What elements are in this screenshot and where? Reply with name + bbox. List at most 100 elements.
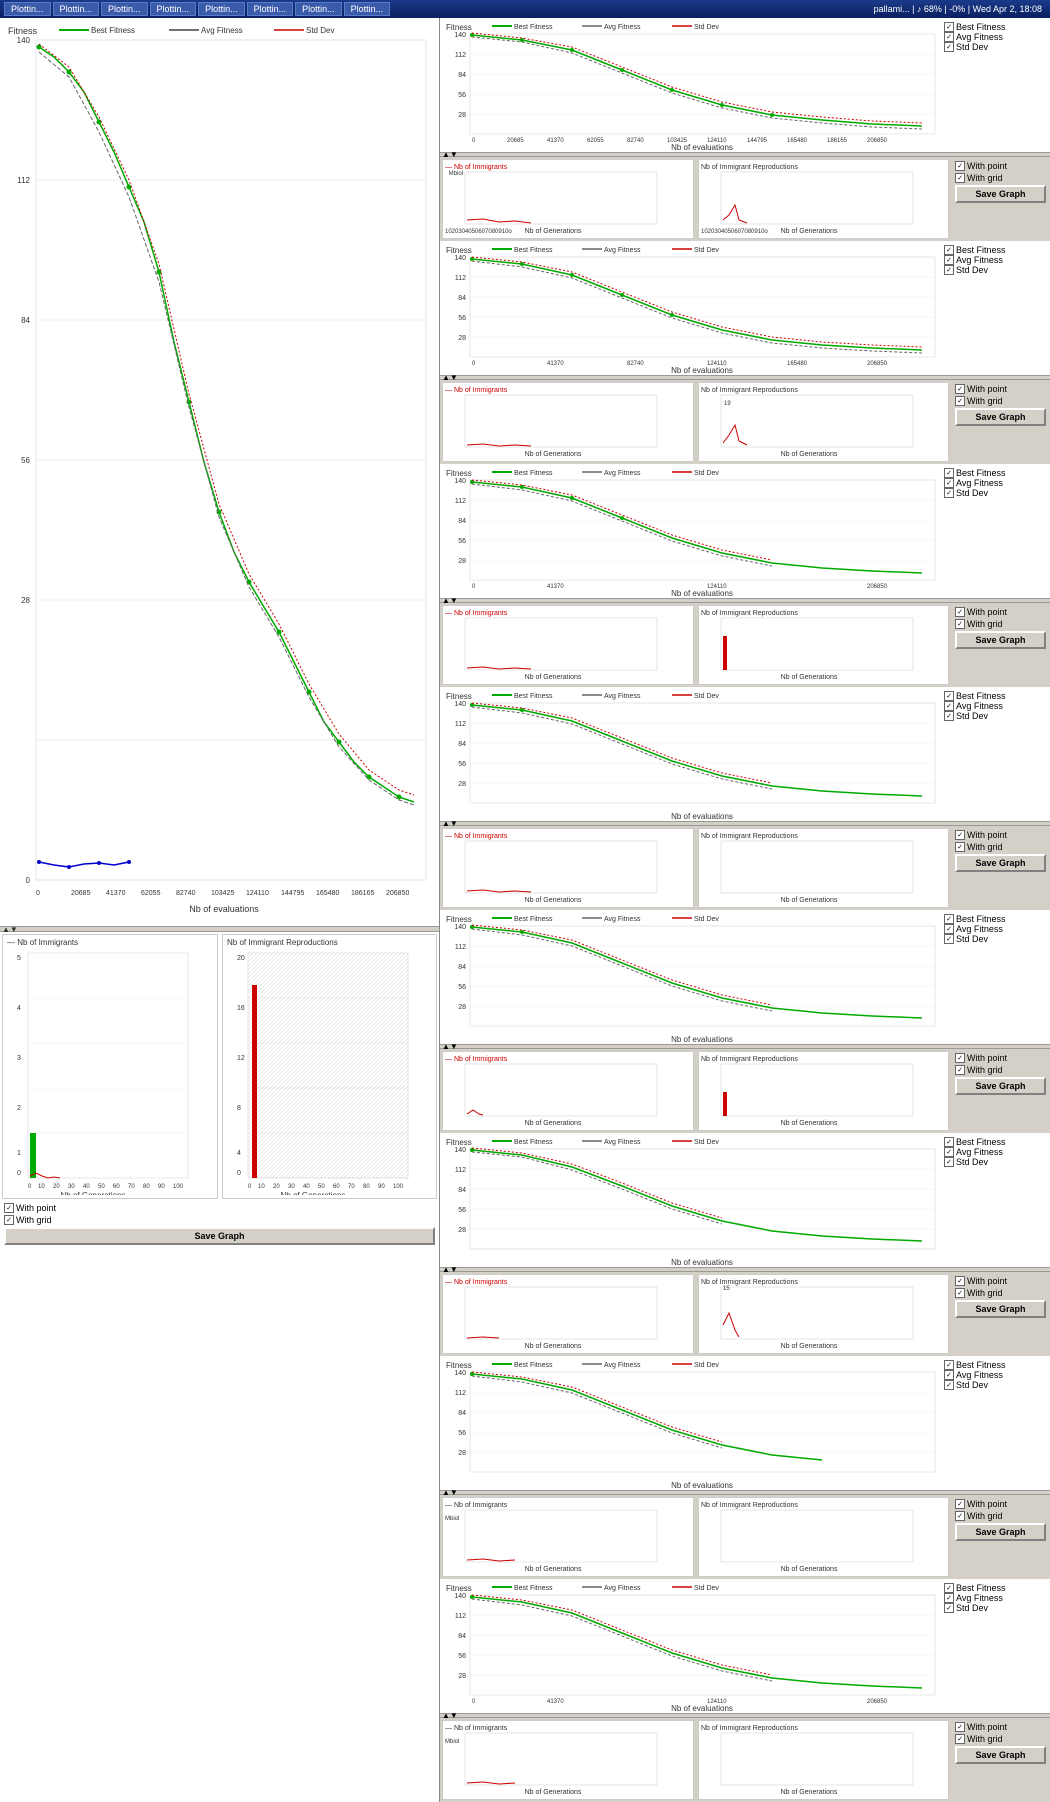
svg-text:28: 28 <box>458 112 466 119</box>
best-fitness-check-1[interactable]: ✓Best Fitness <box>944 22 1040 32</box>
svg-text:62055: 62055 <box>141 890 161 897</box>
taskbar-item[interactable]: Plottin... <box>150 2 197 16</box>
taskbar-item[interactable]: Plottin... <box>101 2 148 16</box>
svg-text:1020304050607080910o: 1020304050607080910o <box>445 229 512 235</box>
svg-text:80: 80 <box>143 1184 150 1190</box>
bottom-immigration-graphs: — Nb of Immigrants 5 4 3 2 1 0 <box>0 932 439 1201</box>
svg-text:165480: 165480 <box>316 890 339 897</box>
svg-text:Nb of Generations: Nb of Generations <box>525 228 582 235</box>
svg-text:Nb of Immigrant Reproductions: Nb of Immigrant Reproductions <box>701 164 798 171</box>
svg-text:41370: 41370 <box>106 890 126 897</box>
save-graph-2[interactable]: Save Graph <box>955 408 1046 426</box>
svg-text:112: 112 <box>455 1167 466 1174</box>
svg-text:165480: 165480 <box>787 138 808 144</box>
svg-text:19: 19 <box>724 401 731 407</box>
svg-text:Fitness: Fitness <box>446 1138 472 1147</box>
svg-text:186165: 186165 <box>351 890 374 897</box>
svg-text:84: 84 <box>21 316 30 325</box>
svg-text:Nb of Generations: Nb of Generations <box>525 451 582 458</box>
with-point-1[interactable]: ✓With point <box>955 161 1046 171</box>
svg-text:Nb of Immigrant Reproductions: Nb of Immigrant Reproductions <box>701 1279 798 1286</box>
std-dev-check-1[interactable]: ✓Std Dev <box>944 42 1040 52</box>
svg-text:Avg Fitness: Avg Fitness <box>604 247 641 254</box>
svg-text:Fitness: Fitness <box>446 246 472 255</box>
save-graph-4[interactable]: Save Graph <box>955 854 1046 872</box>
svg-text:84: 84 <box>458 72 466 79</box>
taskbar-item[interactable]: Plottin... <box>53 2 100 16</box>
taskbar-item[interactable]: Plottin... <box>295 2 342 16</box>
save-graph-8[interactable]: Save Graph <box>955 1746 1046 1764</box>
avg-fitness-check-1[interactable]: ✓Avg Fitness <box>944 32 1040 42</box>
svg-text:— Nb of Immigrants: — Nb of Immigrants <box>445 1279 508 1286</box>
svg-text:124110: 124110 <box>246 890 269 897</box>
svg-text:0: 0 <box>472 361 476 367</box>
save-graph-3[interactable]: Save Graph <box>955 631 1046 649</box>
save-graph-1[interactable]: Save Graph <box>955 185 1046 203</box>
svg-text:Nb of Generations: Nb of Generations <box>780 451 837 458</box>
taskbar-item[interactable]: Plottin... <box>198 2 245 16</box>
save-graph-5[interactable]: Save Graph <box>955 1077 1046 1095</box>
svg-text:16: 16 <box>237 1005 245 1012</box>
svg-text:4: 4 <box>237 1150 241 1157</box>
svg-text:Nb of Generations: Nb of Generations <box>525 1120 582 1127</box>
svg-text:Std Dev: Std Dev <box>694 1362 719 1369</box>
svg-text:4: 4 <box>17 1005 21 1012</box>
svg-text:15: 15 <box>723 1286 730 1292</box>
bottom-controls-left: ✓ With point ✓ With grid Save Graph <box>0 1201 439 1247</box>
svg-text:Best Fitness: Best Fitness <box>514 470 553 477</box>
svg-text:56: 56 <box>458 538 466 545</box>
with-grid-check-left[interactable]: ✓ <box>4 1215 14 1225</box>
svg-text:Nb of Generations: Nb of Generations <box>780 228 837 235</box>
svg-text:82740: 82740 <box>627 361 644 367</box>
svg-text:112: 112 <box>455 944 466 951</box>
fitness-legend-1: ✓Best Fitness ✓Avg Fitness ✓Std Dev <box>942 20 1042 54</box>
svg-text:206850: 206850 <box>867 584 888 590</box>
svg-text:Nb of evaluations: Nb of evaluations <box>671 1035 733 1042</box>
svg-text:84: 84 <box>458 741 466 748</box>
svg-text:Nb of Generations: Nb of Generations <box>780 674 837 681</box>
immigrants-chart-1: — Nb of Immigrants Mbiol 102030405060708… <box>442 159 694 239</box>
with-point-checkbox-left[interactable]: ✓ With point <box>4 1203 435 1213</box>
svg-text:28: 28 <box>458 1450 466 1457</box>
svg-text:10: 10 <box>38 1184 45 1190</box>
taskbar-item[interactable]: Plottin... <box>247 2 294 16</box>
svg-text:Std Dev: Std Dev <box>694 24 719 31</box>
save-graph-7[interactable]: Save Graph <box>955 1523 1046 1541</box>
svg-text:28: 28 <box>21 596 30 605</box>
svg-text:70: 70 <box>348 1184 355 1190</box>
svg-text:0: 0 <box>17 1170 21 1177</box>
svg-text:Nb of Generations: Nb of Generations <box>780 897 837 904</box>
svg-text:0: 0 <box>237 1170 241 1177</box>
taskbar-item[interactable]: Plottin... <box>4 2 51 16</box>
svg-text:Nb of Generations: Nb of Generations <box>780 1566 837 1573</box>
taskbar-item[interactable]: Plottin... <box>344 2 391 16</box>
svg-text:Nb of Immigrant Reproductions: Nb of Immigrant Reproductions <box>701 1725 798 1732</box>
immigration-controls-2: ✓With point ✓With grid Save Graph <box>953 382 1048 462</box>
svg-text:Avg Fitness: Avg Fitness <box>604 1585 641 1592</box>
svg-text:Best Fitness: Best Fitness <box>514 1139 553 1146</box>
svg-text:82740: 82740 <box>176 890 196 897</box>
reproductions-svg-left: Nb of Immigrant Reproductions 20 16 12 8… <box>223 935 418 1195</box>
svg-text:Avg Fitness: Avg Fitness <box>604 693 641 700</box>
svg-text:140: 140 <box>454 1370 466 1377</box>
svg-text:41370: 41370 <box>547 1699 564 1705</box>
svg-text:Nb of Generations: Nb of Generations <box>525 674 582 681</box>
svg-text:30: 30 <box>68 1184 75 1190</box>
svg-text:5: 5 <box>17 955 21 962</box>
save-graph-button-left[interactable]: Save Graph <box>4 1227 435 1245</box>
svg-text:Std Dev: Std Dev <box>694 247 719 254</box>
svg-text:0: 0 <box>248 1184 252 1190</box>
svg-text:Fitness: Fitness <box>446 1584 472 1593</box>
svg-text:Std Dev: Std Dev <box>694 916 719 923</box>
svg-text:41370: 41370 <box>547 584 564 590</box>
with-grid-1[interactable]: ✓With grid <box>955 173 1046 183</box>
with-point-check-left[interactable]: ✓ <box>4 1203 14 1213</box>
svg-text:0: 0 <box>472 1699 476 1705</box>
svg-text:90: 90 <box>158 1184 165 1190</box>
save-graph-6[interactable]: Save Graph <box>955 1300 1046 1318</box>
with-grid-checkbox-left[interactable]: ✓ With grid <box>4 1215 435 1225</box>
svg-text:140: 140 <box>454 1147 466 1154</box>
svg-text:62055: 62055 <box>587 138 604 144</box>
svg-text:0: 0 <box>36 890 40 897</box>
svg-text:3: 3 <box>17 1055 21 1062</box>
